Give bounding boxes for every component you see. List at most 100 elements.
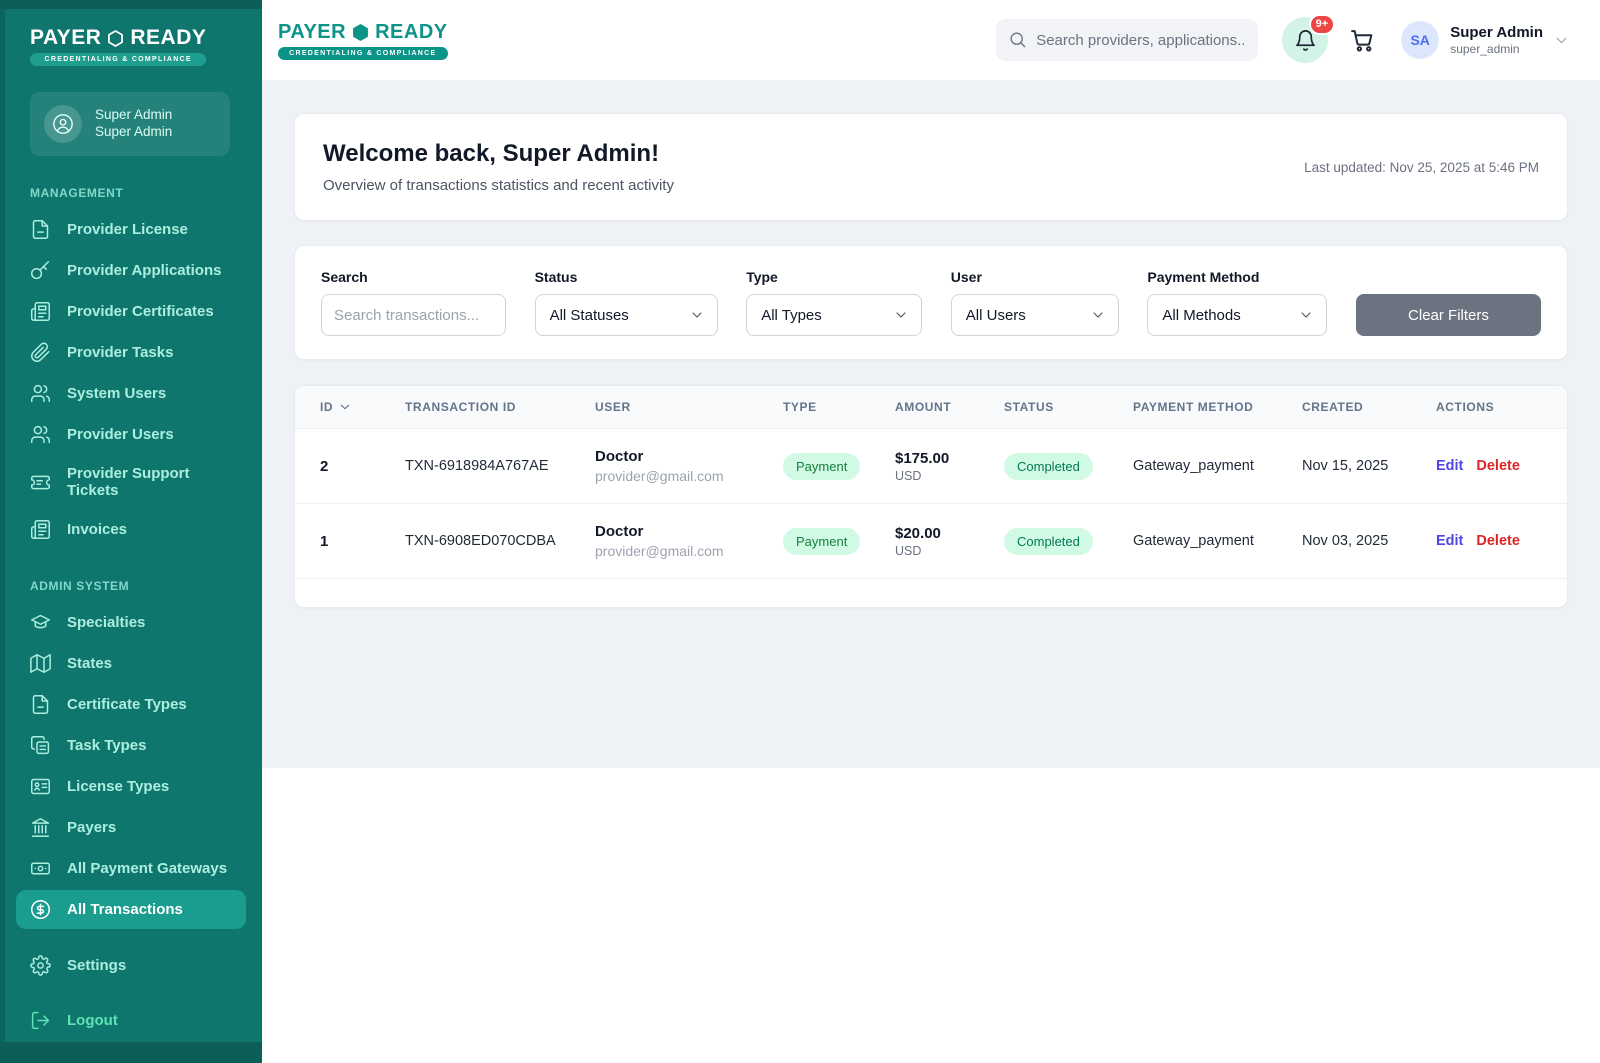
filter-type-label: Type bbox=[746, 269, 922, 285]
logo-tagline: CREDENTIALING & COMPLIANCE bbox=[278, 47, 448, 60]
cell-created: Nov 15, 2025 bbox=[1302, 458, 1436, 474]
clear-filters-button[interactable]: Clear Filters bbox=[1356, 294, 1541, 336]
global-search-input[interactable] bbox=[996, 19, 1258, 61]
sidebar-item-label: Certificate Types bbox=[67, 696, 187, 713]
payment-method-select-value: All Methods bbox=[1162, 307, 1240, 324]
sidebar-user-card[interactable]: Super Admin Super Admin bbox=[30, 92, 230, 156]
sidebar-item-task-types[interactable]: Task Types bbox=[16, 726, 246, 765]
delete-link[interactable]: Delete bbox=[1476, 458, 1520, 474]
table-row: 1 TXN-6908ED070CDBA Doctor provider@gmai… bbox=[295, 503, 1567, 578]
logout-icon bbox=[30, 1010, 51, 1031]
sidebar-item-label: All Transactions bbox=[67, 901, 183, 918]
sidebar-nav: MANAGEMENT Provider License Provider App… bbox=[0, 186, 262, 1040]
cell-user: Doctor provider@gmail.com bbox=[595, 448, 783, 484]
page-content: Welcome back, Super Admin! Overview of t… bbox=[262, 80, 1600, 768]
sidebar-item-certificate-types[interactable]: Certificate Types bbox=[16, 685, 246, 724]
sidebar-item-provider-certificates[interactable]: Provider Certificates bbox=[16, 292, 246, 331]
column-header-status: STATUS bbox=[1004, 400, 1133, 414]
column-header-id[interactable]: ID bbox=[320, 400, 405, 414]
column-header-amount: AMOUNT bbox=[895, 400, 1004, 414]
sidebar-item-label: Provider Support Tickets bbox=[67, 465, 232, 499]
status-select[interactable]: All Statuses bbox=[535, 294, 718, 336]
cart-button[interactable] bbox=[1350, 28, 1375, 53]
copy-documents-icon bbox=[30, 735, 51, 756]
sidebar-item-system-users[interactable]: System Users bbox=[16, 374, 246, 413]
payment-method-select[interactable]: All Methods bbox=[1147, 294, 1327, 336]
shopping-cart-icon bbox=[1350, 28, 1375, 53]
notifications-button[interactable]: 9+ bbox=[1282, 17, 1328, 63]
dollar-circle-icon bbox=[30, 899, 51, 920]
user-menu[interactable]: SA Super Admin super_admin bbox=[1401, 21, 1570, 59]
user-select[interactable]: All Users bbox=[951, 294, 1119, 336]
sidebar-item-label: Provider Tasks bbox=[67, 344, 173, 361]
avatar: SA bbox=[1401, 21, 1439, 59]
page-title: Welcome back, Super Admin! bbox=[323, 140, 674, 168]
sidebar-item-logout[interactable]: Logout bbox=[16, 1001, 246, 1040]
search-transactions-input[interactable] bbox=[321, 294, 506, 336]
amount-currency: USD bbox=[895, 544, 1004, 558]
delete-link[interactable]: Delete bbox=[1476, 533, 1520, 549]
sidebar-item-label: License Types bbox=[67, 778, 169, 795]
cell-status: Completed bbox=[1004, 453, 1133, 480]
status-badge: Completed bbox=[1004, 528, 1093, 555]
sidebar-item-all-payment-gateways[interactable]: All Payment Gateways bbox=[16, 849, 246, 888]
sidebar-item-specialties[interactable]: Specialties bbox=[16, 603, 246, 642]
logo-wordmark: PAYER READY bbox=[278, 21, 448, 44]
sidebar-item-label: Payers bbox=[67, 819, 116, 836]
sidebar-item-provider-tasks[interactable]: Provider Tasks bbox=[16, 333, 246, 372]
cell-transaction-id: TXN-6908ED070CDBA bbox=[405, 533, 595, 549]
sidebar-item-license-types[interactable]: License Types bbox=[16, 767, 246, 806]
logo-wordmark: PAYER READY bbox=[30, 26, 206, 50]
sidebar-user-text: Super Admin Super Admin bbox=[95, 107, 172, 141]
cell-actions: Edit Delete bbox=[1436, 533, 1537, 549]
sidebar-item-provider-support-tickets[interactable]: Provider Support Tickets bbox=[16, 456, 246, 508]
status-select-value: All Statuses bbox=[550, 307, 629, 324]
filter-status: Status All Statuses bbox=[535, 269, 718, 336]
filter-type: Type All Types bbox=[746, 269, 922, 336]
notification-count-badge: 9+ bbox=[1309, 14, 1336, 35]
sidebar-item-invoices[interactable]: Invoices bbox=[16, 510, 246, 549]
type-select[interactable]: All Types bbox=[746, 294, 922, 336]
cell-amount: $20.00 USD bbox=[895, 525, 1004, 558]
sidebar-item-label: Provider License bbox=[67, 221, 188, 238]
sidebar-item-payers[interactable]: Payers bbox=[16, 808, 246, 847]
sidebar-item-label: States bbox=[67, 655, 112, 672]
users-icon bbox=[30, 383, 51, 404]
sidebar-item-provider-users[interactable]: Provider Users bbox=[16, 415, 246, 454]
user-menu-username: super_admin bbox=[1450, 42, 1543, 56]
sidebar-item-label: Specialties bbox=[67, 614, 145, 631]
sidebar-item-states[interactable]: States bbox=[16, 644, 246, 683]
page-subtitle: Overview of transactions statistics and … bbox=[323, 177, 674, 194]
sidebar-item-all-transactions[interactable]: All Transactions bbox=[16, 890, 246, 929]
filter-payment-method-label: Payment Method bbox=[1147, 269, 1327, 285]
table-header-row: ID TRANSACTION ID USER TYPE AMOUNT STATU… bbox=[295, 386, 1567, 428]
filter-payment-method: Payment Method All Methods bbox=[1147, 269, 1327, 336]
filter-search-label: Search bbox=[321, 269, 506, 285]
file-document-icon bbox=[30, 694, 51, 715]
global-search bbox=[996, 19, 1258, 61]
type-badge: Payment bbox=[783, 453, 860, 480]
logo-text-right: READY bbox=[130, 26, 206, 50]
cell-id: 2 bbox=[320, 458, 405, 475]
ticket-icon bbox=[30, 472, 51, 493]
transactions-table: ID TRANSACTION ID USER TYPE AMOUNT STATU… bbox=[294, 385, 1568, 608]
sidebar-item-provider-applications[interactable]: Provider Applications bbox=[16, 251, 246, 290]
filter-status-label: Status bbox=[535, 269, 718, 285]
chevron-down-icon bbox=[1090, 307, 1106, 323]
user-name: Doctor bbox=[595, 523, 783, 540]
sidebar-item-settings[interactable]: Settings bbox=[16, 946, 246, 985]
bank-icon bbox=[30, 817, 51, 838]
edit-link[interactable]: Edit bbox=[1436, 458, 1463, 474]
edit-link[interactable]: Edit bbox=[1436, 533, 1463, 549]
column-header-created: CREATED bbox=[1302, 400, 1436, 414]
amount-value: $175.00 bbox=[895, 450, 1004, 467]
cell-user: Doctor provider@gmail.com bbox=[595, 523, 783, 559]
logo-text-left: PAYER bbox=[278, 21, 346, 44]
amount-value: $20.00 bbox=[895, 525, 1004, 542]
header-logo[interactable]: PAYER READY CREDENTIALING & COMPLIANCE bbox=[278, 21, 448, 60]
sidebar-logo[interactable]: PAYER READY CREDENTIALING & COMPLIANCE bbox=[30, 26, 206, 66]
sidebar-item-label: Task Types bbox=[67, 737, 146, 754]
cell-id: 1 bbox=[320, 533, 405, 550]
cell-created: Nov 03, 2025 bbox=[1302, 533, 1436, 549]
sidebar-item-provider-license[interactable]: Provider License bbox=[16, 210, 246, 249]
